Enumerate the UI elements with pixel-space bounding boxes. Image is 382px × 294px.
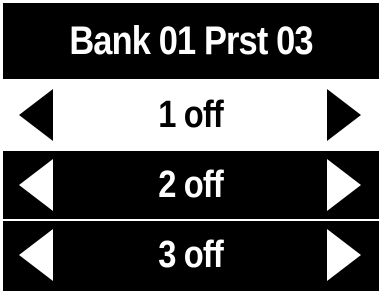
triangle-left-icon[interactable] (19, 159, 53, 211)
list-item-1[interactable]: 1 off (3, 81, 379, 149)
triangle-right-icon[interactable] (327, 89, 361, 141)
list-item-label: 3 off (158, 233, 225, 276)
preset-title: Bank 01 Prst 03 (29, 3, 353, 79)
list-item-2[interactable]: 2 off (3, 151, 379, 219)
display-screen: Bank 01 Prst 03 1 off 2 off 3 off (3, 3, 379, 291)
list-item-label: 1 off (158, 93, 225, 136)
triangle-right-icon[interactable] (327, 229, 361, 281)
list-item-label: 2 off (158, 163, 225, 206)
list-item-3[interactable]: 3 off (3, 221, 379, 289)
triangle-right-icon[interactable] (327, 159, 361, 211)
triangle-left-icon[interactable] (19, 89, 53, 141)
triangle-left-icon[interactable] (19, 229, 53, 281)
